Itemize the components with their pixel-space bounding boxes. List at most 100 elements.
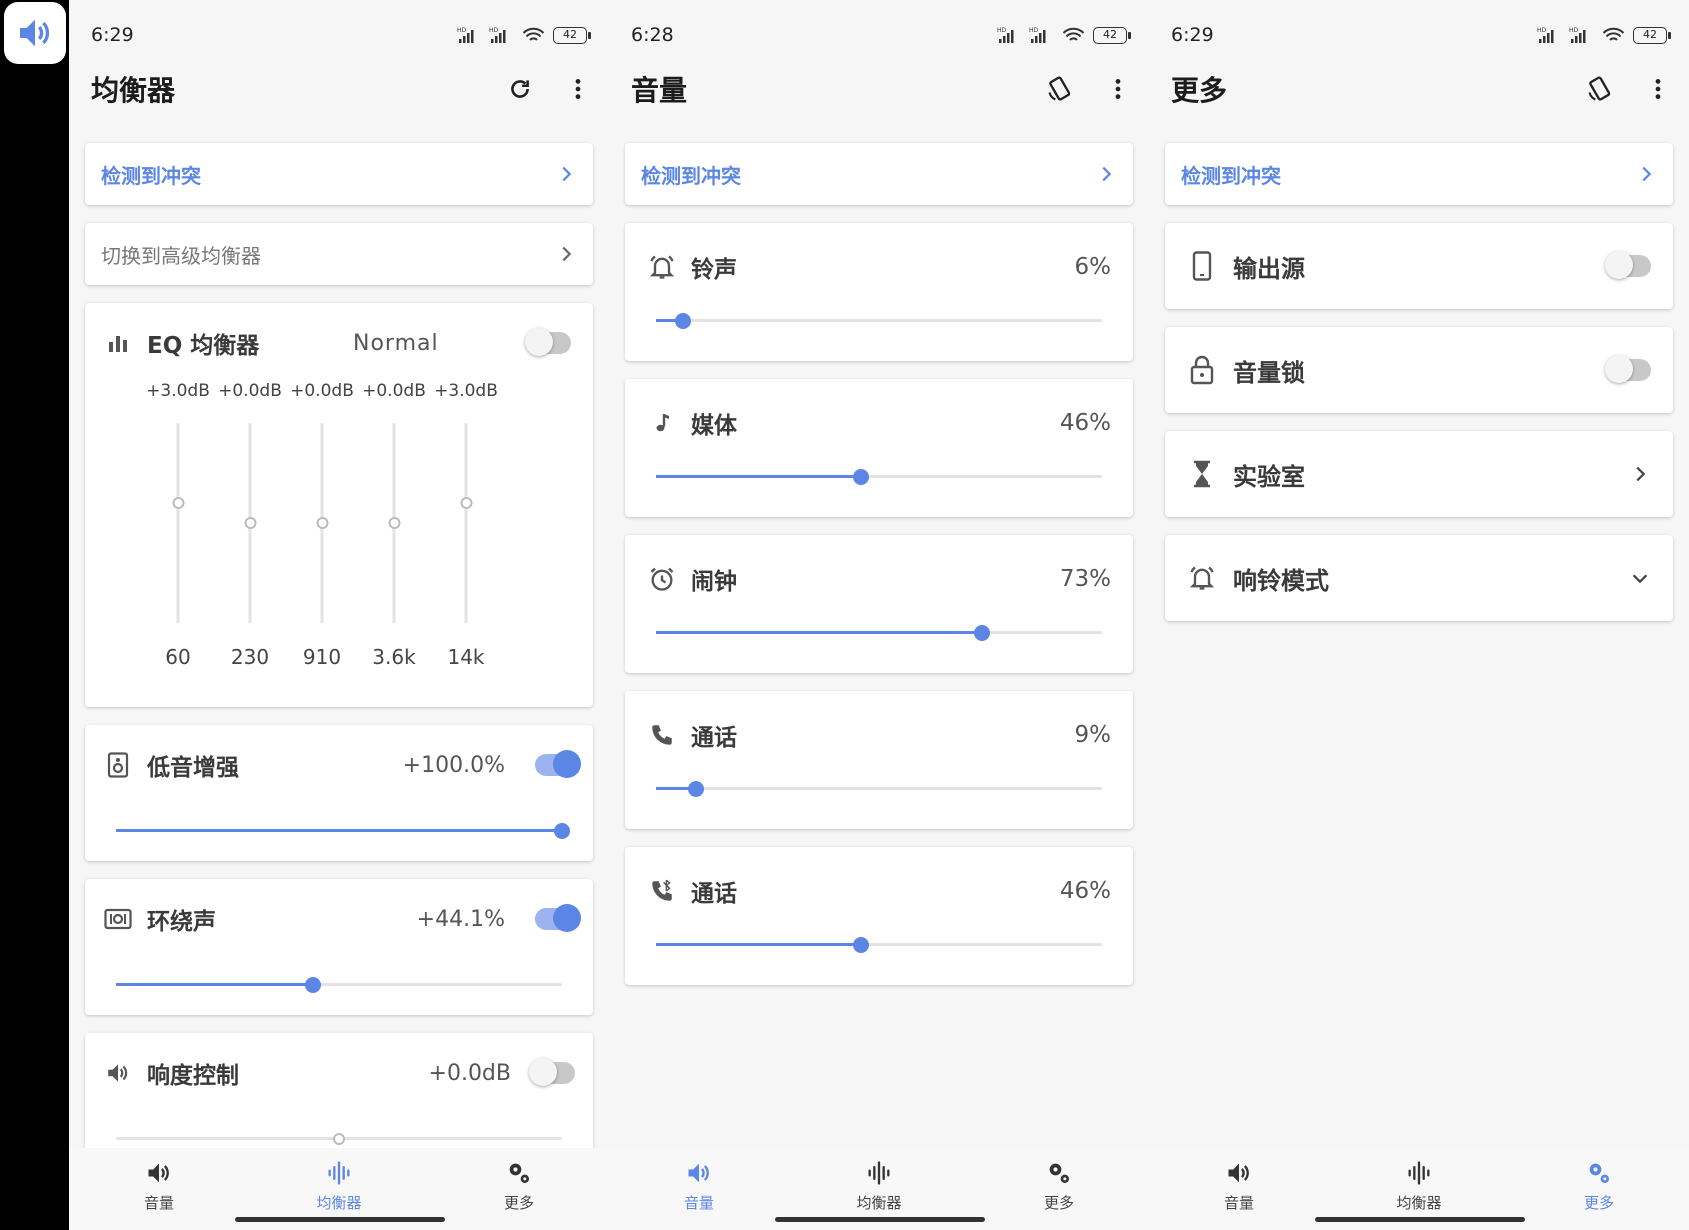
- speaker-icon: [1228, 1163, 1249, 1183]
- conflict-banner-label: 检测到冲突: [641, 163, 741, 188]
- ring-mode-label: 响铃模式: [1233, 566, 1329, 595]
- overflow-menu-button[interactable]: [563, 74, 593, 104]
- nav-more-label: 更多: [1583, 1194, 1614, 1212]
- nav-volume[interactable]: 音量: [609, 1148, 789, 1230]
- nav-more-label: 更多: [503, 1194, 534, 1212]
- battery-icon: 42: [553, 26, 591, 44]
- loudness-value: +0.0dB: [428, 1060, 511, 1086]
- chevron-right-icon: [562, 166, 572, 182]
- eq-band-slider[interactable]: [316, 423, 328, 623]
- eq-band-thumb[interactable]: [172, 497, 184, 509]
- stream-slider[interactable]: [656, 312, 1102, 329]
- speaker-icon: [20, 19, 50, 47]
- more-screen: 6:29 HD HD 42 更多 检测到冲突 输出源 音量锁 实验室 响铃模式 …: [1149, 0, 1689, 1230]
- more-vert-icon: [575, 79, 581, 99]
- conflict-banner[interactable]: 检测到冲突: [625, 143, 1133, 205]
- app-icon: [4, 2, 66, 64]
- nav-volume[interactable]: 音量: [69, 1148, 249, 1230]
- conflict-banner[interactable]: 检测到冲突: [1165, 143, 1673, 205]
- wifi-icon: [522, 27, 545, 41]
- bass-boost-card: 低音增强 +100.0%: [85, 725, 593, 861]
- refresh-button[interactable]: [505, 74, 535, 104]
- eq-band-thumb[interactable]: [316, 517, 328, 529]
- app-bar: 更多: [1171, 62, 1673, 116]
- loudness-title: 响度控制: [147, 1063, 239, 1089]
- more-vert-icon: [1115, 79, 1121, 99]
- rotate-button[interactable]: [1585, 74, 1615, 104]
- eq-toggle[interactable]: [525, 328, 571, 356]
- home-indicator[interactable]: [1315, 1217, 1525, 1222]
- speaker-icon: [688, 1163, 709, 1183]
- eq-band-freq: 60: [165, 645, 191, 669]
- stream-slider[interactable]: [656, 936, 1102, 953]
- waveform-icon: [868, 1161, 890, 1185]
- eq-band-slider[interactable]: [388, 423, 400, 623]
- chevron-right-icon: [1642, 166, 1652, 182]
- eq-band-thumb[interactable]: [244, 517, 256, 529]
- eq-band-slider[interactable]: [244, 423, 256, 623]
- volume-lock-toggle[interactable]: [1605, 355, 1651, 383]
- nav-more[interactable]: 更多: [969, 1148, 1149, 1230]
- eq-band-gain: +0.0dB: [218, 381, 282, 401]
- volume-stream-card: 铃声 6%: [625, 223, 1133, 361]
- svg-text:HD: HD: [457, 27, 467, 34]
- bass-slider[interactable]: [116, 822, 570, 839]
- loudness-slider[interactable]: [116, 1132, 562, 1145]
- stream-slider[interactable]: [656, 624, 1102, 641]
- nav-more-label: 更多: [1043, 1194, 1074, 1212]
- bass-value: +100.0%: [402, 752, 505, 778]
- stream-label: 通话: [691, 725, 737, 751]
- overflow-menu-button[interactable]: [1643, 74, 1673, 104]
- gears-icon: [1049, 1163, 1070, 1184]
- volume-icon: [103, 1058, 133, 1088]
- app-bar: 均衡器: [91, 62, 593, 116]
- eq-band-thumb[interactable]: [460, 497, 472, 509]
- svg-text:HD: HD: [489, 27, 499, 34]
- conflict-banner[interactable]: 检测到冲突: [85, 143, 593, 205]
- output-source-label: 输出源: [1233, 254, 1305, 283]
- page-title: 音量: [631, 74, 688, 107]
- loudness-toggle[interactable]: [529, 1058, 575, 1086]
- speaker-box-icon: [103, 750, 133, 780]
- eq-band-thumb[interactable]: [388, 517, 400, 529]
- lab-item[interactable]: 实验室: [1165, 431, 1673, 517]
- svg-text:HD: HD: [1569, 27, 1579, 34]
- gears-icon: [1589, 1163, 1610, 1184]
- chevron-right-icon: [562, 246, 572, 262]
- output-source-item[interactable]: 输出源: [1165, 223, 1673, 309]
- svg-text:HD: HD: [997, 27, 1007, 34]
- stream-slider[interactable]: [656, 780, 1102, 797]
- status-bar: 6:29 HD HD 42: [91, 20, 591, 50]
- stream-slider[interactable]: [656, 468, 1102, 485]
- overflow-menu-button[interactable]: [1103, 74, 1133, 104]
- home-indicator[interactable]: [775, 1217, 985, 1222]
- nav-more[interactable]: 更多: [1509, 1148, 1689, 1230]
- surround-slider[interactable]: [116, 976, 562, 993]
- surround-card: 环绕声 +44.1%: [85, 879, 593, 1015]
- surround-toggle[interactable]: [535, 904, 581, 932]
- surround-value: +44.1%: [416, 906, 505, 932]
- output-source-toggle[interactable]: [1605, 251, 1651, 279]
- eq-band-slider[interactable]: [460, 423, 472, 623]
- bar-chart-icon: [103, 328, 133, 358]
- rotate-button[interactable]: [1045, 74, 1075, 104]
- lab-label: 实验室: [1233, 462, 1305, 491]
- app-bar: 音量: [631, 62, 1133, 116]
- nav-volume[interactable]: 音量: [1149, 1148, 1329, 1230]
- eq-preset[interactable]: Normal: [353, 331, 439, 356]
- nav-more[interactable]: 更多: [429, 1148, 609, 1230]
- signal-icon: HD: [457, 27, 474, 43]
- nav-equalizer-label: 均衡器: [856, 1194, 902, 1212]
- eq-band-slider[interactable]: [172, 423, 184, 623]
- waveform-icon: [328, 1161, 350, 1185]
- nav-volume-label: 音量: [683, 1194, 714, 1212]
- home-indicator[interactable]: [235, 1217, 445, 1222]
- volume-lock-item[interactable]: 音量锁: [1165, 327, 1673, 413]
- chevron-down-icon: [1632, 574, 1648, 584]
- bass-toggle[interactable]: [535, 750, 581, 778]
- nav-equalizer-label: 均衡器: [316, 1194, 362, 1212]
- ring-mode-item[interactable]: 响铃模式: [1165, 535, 1673, 621]
- surround-icon: [103, 904, 133, 934]
- switch-advanced-eq-banner[interactable]: 切换到高级均衡器: [85, 223, 593, 285]
- bass-title: 低音增强: [147, 755, 239, 781]
